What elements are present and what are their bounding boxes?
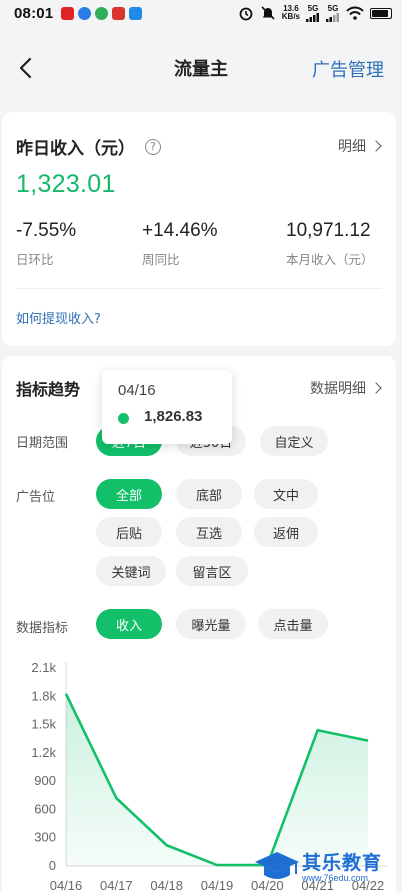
signal-icon: 5G xyxy=(326,4,340,22)
y-tick-label: 900 xyxy=(34,773,56,788)
chip-ad-post-roll[interactable]: 后贴 xyxy=(96,517,162,547)
watermark: 其乐教育 www.76edu.com xyxy=(252,848,398,888)
withdraw-help-link[interactable]: 如何提现收入? xyxy=(16,308,101,327)
chip-ad-bottom[interactable]: 底部 xyxy=(176,479,242,509)
date-range-label: 日期范围 xyxy=(16,436,69,451)
page-title: 流量主 xyxy=(174,59,228,80)
watermark-text: 其乐教育 xyxy=(302,852,383,874)
recycle-icon xyxy=(95,6,109,20)
x-tick-label: 04/16 xyxy=(50,878,83,892)
app-notification-icon xyxy=(112,6,126,20)
stat-month-income: 10,971.12 本月收入（元） xyxy=(286,220,374,267)
tooltip-date: 04/16 xyxy=(118,382,156,399)
notification-icons xyxy=(61,6,143,20)
chip-metric-income[interactable]: 收入 xyxy=(96,609,162,639)
status-bar: 08:01 13.6 KB/s 5G 5G xyxy=(0,0,402,26)
ad-position-label: 广告位 xyxy=(16,490,56,505)
x-tick-label: 04/19 xyxy=(201,878,234,892)
stat-week-over-week: +14.46% 周同比 xyxy=(142,220,218,267)
alarm-icon xyxy=(239,7,253,21)
status-right: 13.6 KB/s 5G 5G xyxy=(238,4,392,22)
net-speed: 13.6 KB/s xyxy=(281,4,300,21)
nav-bar: 流量主 广告管理 xyxy=(0,40,402,96)
income-card: 昨日收入（元） ? 明细 1,323.01 -7.55% 日环比 +14.46%… xyxy=(2,112,396,346)
signal-icon: 5G xyxy=(306,4,320,22)
app-notification-icon xyxy=(61,6,75,20)
ad-management-link[interactable]: 广告管理 xyxy=(312,56,384,82)
chip-ad-mutual-select[interactable]: 互选 xyxy=(176,517,242,547)
y-tick-label: 1.2k xyxy=(31,745,56,760)
chevron-left-icon xyxy=(19,57,32,79)
mute-icon xyxy=(261,6,275,20)
y-tick-label: 2.1k xyxy=(31,660,56,675)
app-notification-icon xyxy=(129,6,143,20)
income-detail-link[interactable]: 明细 xyxy=(338,136,382,156)
tooltip-value: 1,826.83 xyxy=(144,408,203,425)
income-amount: 1,323.01 xyxy=(16,170,116,198)
chip-metric-impressions[interactable]: 曝光量 xyxy=(176,609,246,639)
wifi-icon xyxy=(346,6,364,20)
graduation-cap-icon xyxy=(255,852,299,879)
income-title: 昨日收入（元） ? xyxy=(16,134,161,159)
metric-label: 数据指标 xyxy=(16,621,69,636)
chevron-right-icon xyxy=(370,140,382,152)
chip-ad-in-article[interactable]: 文中 xyxy=(254,479,318,509)
area-fill xyxy=(66,693,368,866)
divider xyxy=(16,288,382,289)
data-detail-link[interactable]: 数据明细 xyxy=(310,378,382,398)
tooltip-series-dot xyxy=(118,413,129,424)
status-time: 08:01 xyxy=(14,4,54,22)
chart-tooltip: 04/16 1,826.83 xyxy=(102,370,232,444)
chip-ad-commission[interactable]: 返佣 xyxy=(254,517,318,547)
y-tick-label: 300 xyxy=(34,830,56,845)
chip-ad-comment-area[interactable]: 留言区 xyxy=(176,556,248,586)
chip-date-custom[interactable]: 自定义 xyxy=(260,426,328,456)
y-tick-label: 600 xyxy=(34,801,56,816)
battery-icon xyxy=(370,7,392,19)
trend-title: 指标趋势 xyxy=(16,380,81,399)
x-tick-label: 04/18 xyxy=(150,878,183,892)
stat-day-over-day: -7.55% 日环比 xyxy=(16,220,77,267)
back-button[interactable] xyxy=(10,52,42,84)
watermark-url: www.76edu.com xyxy=(302,873,369,883)
y-tick-label: 0 xyxy=(49,858,56,873)
y-tick-label: 1.8k xyxy=(31,688,56,703)
x-tick-label: 04/17 xyxy=(100,878,133,892)
chevron-right-icon xyxy=(370,382,382,394)
chip-ad-keyword[interactable]: 关键词 xyxy=(96,556,166,586)
y-tick-label: 1.5k xyxy=(31,717,56,732)
chip-ad-all[interactable]: 全部 xyxy=(96,479,162,509)
chip-metric-clicks[interactable]: 点击量 xyxy=(258,609,328,639)
app-notification-icon xyxy=(78,6,92,20)
help-icon[interactable]: ? xyxy=(145,138,161,155)
